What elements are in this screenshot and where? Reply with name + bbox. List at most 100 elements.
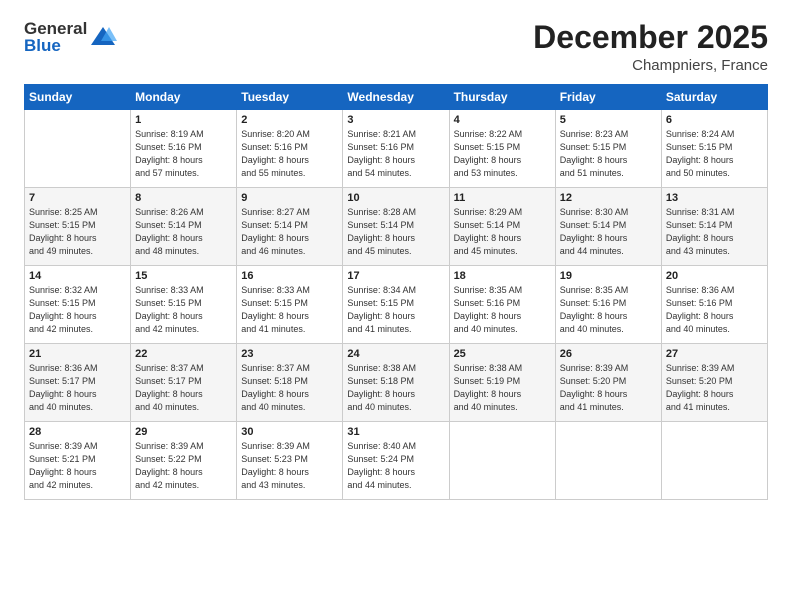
logo: General Blue xyxy=(24,20,117,54)
calendar-cell: 2 Sunrise: 8:20 AM Sunset: 5:16 PM Daylig… xyxy=(237,110,343,188)
calendar-table: SundayMondayTuesdayWednesdayThursdayFrid… xyxy=(24,84,768,500)
day-number: 17 xyxy=(347,270,444,282)
day-number: 29 xyxy=(135,426,232,438)
day-number: 10 xyxy=(347,192,444,204)
calendar-cell: 14Sunrise: 8:32 AM Sunset: 5:15 PM Dayli… xyxy=(25,266,131,344)
calendar-cell: 5 Sunrise: 8:23 AM Sunset: 5:15 PM Daylig… xyxy=(555,110,661,188)
logo-blue: Blue xyxy=(24,37,87,54)
day-info: Sunrise: 8:35 AM Sunset: 5:16 PM Dayligh… xyxy=(454,284,551,336)
weekday-header-monday: Monday xyxy=(131,85,237,110)
weekday-header-row: SundayMondayTuesdayWednesdayThursdayFrid… xyxy=(25,85,768,110)
day-number: 14 xyxy=(29,270,126,282)
day-info: Sunrise: 8:39 AM Sunset: 5:23 PM Dayligh… xyxy=(241,440,338,492)
day-info: Sunrise: 8:36 AM Sunset: 5:17 PM Dayligh… xyxy=(29,362,126,414)
day-info: Sunrise: 8:35 AM Sunset: 5:16 PM Dayligh… xyxy=(560,284,657,336)
day-info: Sunrise: 8:37 AM Sunset: 5:18 PM Dayligh… xyxy=(241,362,338,414)
day-info: Sunrise: 8:20 AM Sunset: 5:16 PM Dayligh… xyxy=(241,128,338,180)
day-number: 8 xyxy=(135,192,232,204)
calendar-cell: 16 Sunrise: 8:33 AM Sunset: 5:15 PM Dayli… xyxy=(237,266,343,344)
weekday-header-thursday: Thursday xyxy=(449,85,555,110)
calendar-cell: 19 Sunrise: 8:35 AM Sunset: 5:16 PM Dayli… xyxy=(555,266,661,344)
day-info: Sunrise: 8:39 AM Sunset: 5:21 PM Dayligh… xyxy=(29,440,126,492)
week-row-5: 28 Sunrise: 8:39 AM Sunset: 5:21 PM Dayli… xyxy=(25,422,768,500)
calendar-cell xyxy=(661,422,767,500)
week-row-4: 21 Sunrise: 8:36 AM Sunset: 5:17 PM Dayli… xyxy=(25,344,768,422)
day-info: Sunrise: 8:39 AM Sunset: 5:20 PM Dayligh… xyxy=(560,362,657,414)
calendar-cell: 28 Sunrise: 8:39 AM Sunset: 5:21 PM Dayli… xyxy=(25,422,131,500)
calendar-cell: 24Sunrise: 8:38 AM Sunset: 5:18 PM Dayli… xyxy=(343,344,449,422)
day-info: Sunrise: 8:37 AM Sunset: 5:17 PM Dayligh… xyxy=(135,362,232,414)
day-number: 27 xyxy=(666,348,763,360)
day-number: 21 xyxy=(29,348,126,360)
day-number: 18 xyxy=(454,270,551,282)
day-number: 2 xyxy=(241,114,338,126)
day-info: Sunrise: 8:36 AM Sunset: 5:16 PM Dayligh… xyxy=(666,284,763,336)
calendar-cell: 13Sunrise: 8:31 AM Sunset: 5:14 PM Dayli… xyxy=(661,188,767,266)
day-number: 28 xyxy=(29,426,126,438)
day-number: 31 xyxy=(347,426,444,438)
calendar-cell: 21 Sunrise: 8:36 AM Sunset: 5:17 PM Dayli… xyxy=(25,344,131,422)
weekday-header-friday: Friday xyxy=(555,85,661,110)
calendar-cell: 1 Sunrise: 8:19 AM Sunset: 5:16 PM Daylig… xyxy=(131,110,237,188)
day-number: 1 xyxy=(135,114,232,126)
day-number: 11 xyxy=(454,192,551,204)
calendar-cell: 25Sunrise: 8:38 AM Sunset: 5:19 PM Dayli… xyxy=(449,344,555,422)
day-number: 15 xyxy=(135,270,232,282)
day-info: Sunrise: 8:26 AM Sunset: 5:14 PM Dayligh… xyxy=(135,206,232,258)
calendar-cell: 10 Sunrise: 8:28 AM Sunset: 5:14 PM Dayli… xyxy=(343,188,449,266)
day-number: 19 xyxy=(560,270,657,282)
calendar-cell: 6Sunrise: 8:24 AM Sunset: 5:15 PM Daylig… xyxy=(661,110,767,188)
weekday-header-sunday: Sunday xyxy=(25,85,131,110)
calendar-cell: 18 Sunrise: 8:35 AM Sunset: 5:16 PM Dayli… xyxy=(449,266,555,344)
calendar-cell: 7Sunrise: 8:25 AM Sunset: 5:15 PM Daylig… xyxy=(25,188,131,266)
day-number: 26 xyxy=(560,348,657,360)
calendar-cell: 4 Sunrise: 8:22 AM Sunset: 5:15 PM Daylig… xyxy=(449,110,555,188)
week-row-1: 1 Sunrise: 8:19 AM Sunset: 5:16 PM Daylig… xyxy=(25,110,768,188)
day-info: Sunrise: 8:38 AM Sunset: 5:19 PM Dayligh… xyxy=(454,362,551,414)
month-title: December 2025 xyxy=(533,20,768,55)
day-info: Sunrise: 8:27 AM Sunset: 5:14 PM Dayligh… xyxy=(241,206,338,258)
day-info: Sunrise: 8:21 AM Sunset: 5:16 PM Dayligh… xyxy=(347,128,444,180)
calendar-cell xyxy=(449,422,555,500)
calendar-cell: 11 Sunrise: 8:29 AM Sunset: 5:14 PM Dayli… xyxy=(449,188,555,266)
day-number: 9 xyxy=(241,192,338,204)
day-info: Sunrise: 8:39 AM Sunset: 5:22 PM Dayligh… xyxy=(135,440,232,492)
title-block: December 2025 Champniers, France xyxy=(533,20,768,74)
calendar-cell: 3 Sunrise: 8:21 AM Sunset: 5:16 PM Daylig… xyxy=(343,110,449,188)
day-info: Sunrise: 8:29 AM Sunset: 5:14 PM Dayligh… xyxy=(454,206,551,258)
day-number: 4 xyxy=(454,114,551,126)
calendar-cell: 17 Sunrise: 8:34 AM Sunset: 5:15 PM Dayli… xyxy=(343,266,449,344)
day-number: 24 xyxy=(347,348,444,360)
calendar-cell: 26 Sunrise: 8:39 AM Sunset: 5:20 PM Dayli… xyxy=(555,344,661,422)
calendar-cell xyxy=(25,110,131,188)
day-info: Sunrise: 8:40 AM Sunset: 5:24 PM Dayligh… xyxy=(347,440,444,492)
day-info: Sunrise: 8:34 AM Sunset: 5:15 PM Dayligh… xyxy=(347,284,444,336)
page: General Blue December 2025 Champniers, F… xyxy=(0,0,792,612)
day-number: 16 xyxy=(241,270,338,282)
calendar-cell: 23 Sunrise: 8:37 AM Sunset: 5:18 PM Dayli… xyxy=(237,344,343,422)
day-info: Sunrise: 8:19 AM Sunset: 5:16 PM Dayligh… xyxy=(135,128,232,180)
day-info: Sunrise: 8:33 AM Sunset: 5:15 PM Dayligh… xyxy=(241,284,338,336)
day-number: 12 xyxy=(560,192,657,204)
calendar-cell: 27 Sunrise: 8:39 AM Sunset: 5:20 PM Dayli… xyxy=(661,344,767,422)
day-info: Sunrise: 8:31 AM Sunset: 5:14 PM Dayligh… xyxy=(666,206,763,258)
header: General Blue December 2025 Champniers, F… xyxy=(24,20,768,74)
day-number: 6 xyxy=(666,114,763,126)
day-info: Sunrise: 8:30 AM Sunset: 5:14 PM Dayligh… xyxy=(560,206,657,258)
day-number: 3 xyxy=(347,114,444,126)
calendar-cell: 8 Sunrise: 8:26 AM Sunset: 5:14 PM Daylig… xyxy=(131,188,237,266)
calendar-cell: 22 Sunrise: 8:37 AM Sunset: 5:17 PM Dayli… xyxy=(131,344,237,422)
day-info: Sunrise: 8:22 AM Sunset: 5:15 PM Dayligh… xyxy=(454,128,551,180)
weekday-header-wednesday: Wednesday xyxy=(343,85,449,110)
calendar-cell: 15 Sunrise: 8:33 AM Sunset: 5:15 PM Dayli… xyxy=(131,266,237,344)
day-info: Sunrise: 8:33 AM Sunset: 5:15 PM Dayligh… xyxy=(135,284,232,336)
day-number: 23 xyxy=(241,348,338,360)
logo-icon xyxy=(89,23,117,51)
day-info: Sunrise: 8:39 AM Sunset: 5:20 PM Dayligh… xyxy=(666,362,763,414)
day-info: Sunrise: 8:28 AM Sunset: 5:14 PM Dayligh… xyxy=(347,206,444,258)
day-number: 5 xyxy=(560,114,657,126)
day-number: 22 xyxy=(135,348,232,360)
calendar-cell: 30Sunrise: 8:39 AM Sunset: 5:23 PM Dayli… xyxy=(237,422,343,500)
calendar-cell: 20Sunrise: 8:36 AM Sunset: 5:16 PM Dayli… xyxy=(661,266,767,344)
day-info: Sunrise: 8:23 AM Sunset: 5:15 PM Dayligh… xyxy=(560,128,657,180)
